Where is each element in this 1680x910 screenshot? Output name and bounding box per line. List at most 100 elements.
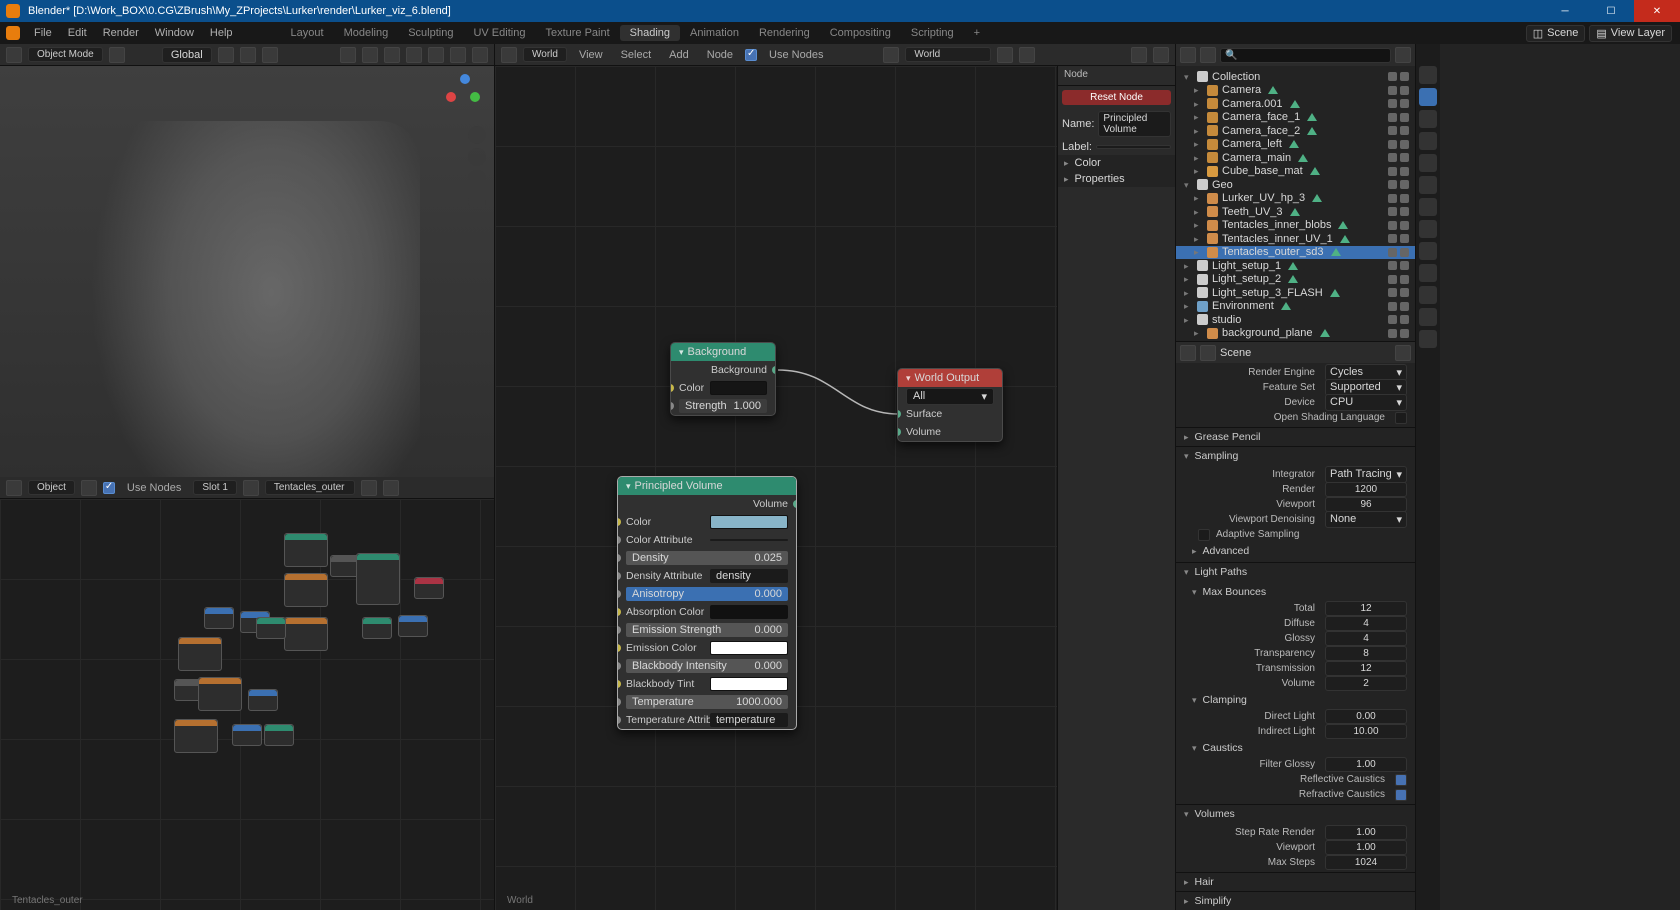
material-name[interactable]: Tentacles_outer (265, 480, 355, 495)
anisotropy-input[interactable]: Anisotropy0.000 (626, 587, 788, 601)
tab-viewlayer[interactable] (1419, 110, 1437, 128)
step-viewport[interactable]: 1.00 (1325, 840, 1407, 855)
world-new-icon[interactable] (997, 47, 1013, 63)
mini-node[interactable] (232, 724, 262, 746)
color-swatch[interactable] (710, 381, 767, 395)
overlay-icon[interactable] (262, 47, 278, 63)
outliner-item[interactable]: Light_setup_1 (1176, 259, 1415, 273)
snap-icon[interactable] (1131, 47, 1147, 63)
eye-icon[interactable] (1388, 329, 1397, 338)
outliner-item[interactable]: Geo (1176, 178, 1415, 192)
workspace-modeling[interactable]: Modeling (334, 25, 399, 41)
clamp-direct[interactable]: 0.00 (1325, 709, 1407, 724)
workspace-compositing[interactable]: Compositing (820, 25, 901, 41)
outliner-item[interactable]: Camera_left (1176, 138, 1415, 152)
mat-browse-icon[interactable] (361, 480, 377, 496)
tab-world[interactable] (1419, 154, 1437, 172)
render-icon[interactable] (1400, 72, 1409, 81)
mini-node[interactable] (284, 573, 328, 607)
tab-material[interactable] (1419, 308, 1437, 326)
panel-hair[interactable]: Hair (1176, 873, 1415, 891)
zoom-icon[interactable] (468, 126, 486, 144)
axis-z-icon[interactable] (460, 74, 470, 84)
target-select[interactable]: All▾ (906, 388, 994, 405)
mini-node[interactable] (398, 615, 428, 637)
vdenoise-select[interactable]: None▾ (1325, 511, 1407, 528)
outliner-item[interactable]: Camera_main (1176, 151, 1415, 165)
refr-check[interactable] (1395, 789, 1407, 801)
eye-icon[interactable] (1388, 234, 1397, 243)
outliner-item[interactable]: Camera_face_2 (1176, 124, 1415, 138)
editor-type-icon[interactable] (501, 47, 517, 63)
menu-file[interactable]: File (26, 27, 60, 39)
close-button[interactable]: ✕ (1634, 0, 1680, 22)
tab-modifiers[interactable] (1419, 198, 1437, 216)
tint-swatch[interactable] (710, 677, 788, 691)
eye-icon[interactable] (1388, 315, 1397, 324)
filter-glossy[interactable]: 1.00 (1325, 757, 1407, 772)
eye-icon[interactable] (1388, 248, 1397, 257)
blackbody-int-input[interactable]: Blackbody Intensity0.000 (626, 659, 788, 673)
device-select[interactable]: CPU▾ (1325, 394, 1407, 411)
filter-icon[interactable] (1395, 47, 1411, 63)
tab-texture[interactable] (1419, 330, 1437, 348)
panel-lightpaths[interactable]: Light Paths (1176, 563, 1415, 581)
sidebar-tab-node[interactable]: Node (1058, 66, 1175, 86)
mini-node[interactable] (284, 533, 328, 567)
bounce-transm[interactable]: 12 (1325, 661, 1407, 676)
shader-type-world[interactable]: World (523, 47, 567, 62)
panel-clamping[interactable]: Clamping (1184, 691, 1407, 709)
render-icon[interactable] (1400, 113, 1409, 122)
panel-grease[interactable]: Grease Pencil (1176, 428, 1415, 446)
render-icon[interactable] (1400, 99, 1409, 108)
mini-node[interactable] (284, 617, 328, 651)
menu-help[interactable]: Help (202, 27, 241, 39)
absorb-swatch[interactable] (710, 605, 788, 619)
mini-node[interactable] (178, 637, 222, 671)
workspace-scripting[interactable]: Scripting (901, 25, 964, 41)
bounce-diffuse[interactable]: 4 (1325, 616, 1407, 631)
menu-view[interactable]: View (573, 49, 609, 61)
shading-wire-icon[interactable] (406, 47, 422, 63)
bounce-volume[interactable]: 2 (1325, 676, 1407, 691)
workspace-shading[interactable]: Shading (620, 25, 680, 41)
object-shader-canvas[interactable]: Tentacles_outer (0, 499, 494, 910)
outliner-item[interactable]: Teeth_UV_3 (1176, 205, 1415, 219)
outliner-item[interactable]: Camera.001 (1176, 97, 1415, 111)
workspace-layout[interactable]: Layout (281, 25, 334, 41)
outliner-item[interactable]: Cube_base_mat (1176, 165, 1415, 179)
eye-icon[interactable] (1388, 302, 1397, 311)
render-icon[interactable] (1400, 126, 1409, 135)
menu-select[interactable]: Select (615, 49, 658, 61)
editor-type-icon[interactable] (1180, 47, 1196, 63)
shader-type-object[interactable]: Object (28, 480, 75, 495)
use-nodes-check[interactable] (745, 49, 757, 61)
mat-del-icon[interactable] (383, 480, 399, 496)
outliner-item[interactable]: Camera_face_1 (1176, 111, 1415, 125)
display-mode-icon[interactable] (1200, 47, 1216, 63)
mini-node[interactable] (174, 719, 218, 753)
render-icon[interactable] (1400, 248, 1409, 257)
viewport-samples[interactable]: 96 (1325, 497, 1407, 512)
render-icon[interactable] (1400, 207, 1409, 216)
eye-icon[interactable] (1388, 86, 1397, 95)
xray-icon[interactable] (384, 47, 400, 63)
overlay-icon[interactable] (1153, 47, 1169, 63)
shading-matprev-icon[interactable] (450, 47, 466, 63)
tab-scene[interactable] (1419, 132, 1437, 150)
camera-icon[interactable] (468, 170, 486, 188)
transform-orientation[interactable]: Global (162, 47, 212, 63)
bounce-glossy[interactable]: 4 (1325, 631, 1407, 646)
axis-y-icon[interactable] (470, 92, 480, 102)
mini-node[interactable] (356, 553, 400, 605)
osl-check[interactable] (1395, 412, 1407, 424)
editor-type-icon[interactable] (1180, 345, 1196, 361)
world-datablock[interactable]: World (905, 47, 991, 62)
outliner-item[interactable]: Lurker_UV_hp_3 (1176, 192, 1415, 206)
emit-str-input[interactable]: Emission Strength0.000 (626, 623, 788, 637)
node-background[interactable]: Background Background Color Strength1.00… (670, 342, 776, 416)
reset-node-button[interactable]: Reset Node (1062, 90, 1171, 105)
menu-window[interactable]: Window (147, 27, 202, 39)
outliner-item[interactable]: Collection (1176, 70, 1415, 84)
eye-icon[interactable] (1388, 275, 1397, 284)
